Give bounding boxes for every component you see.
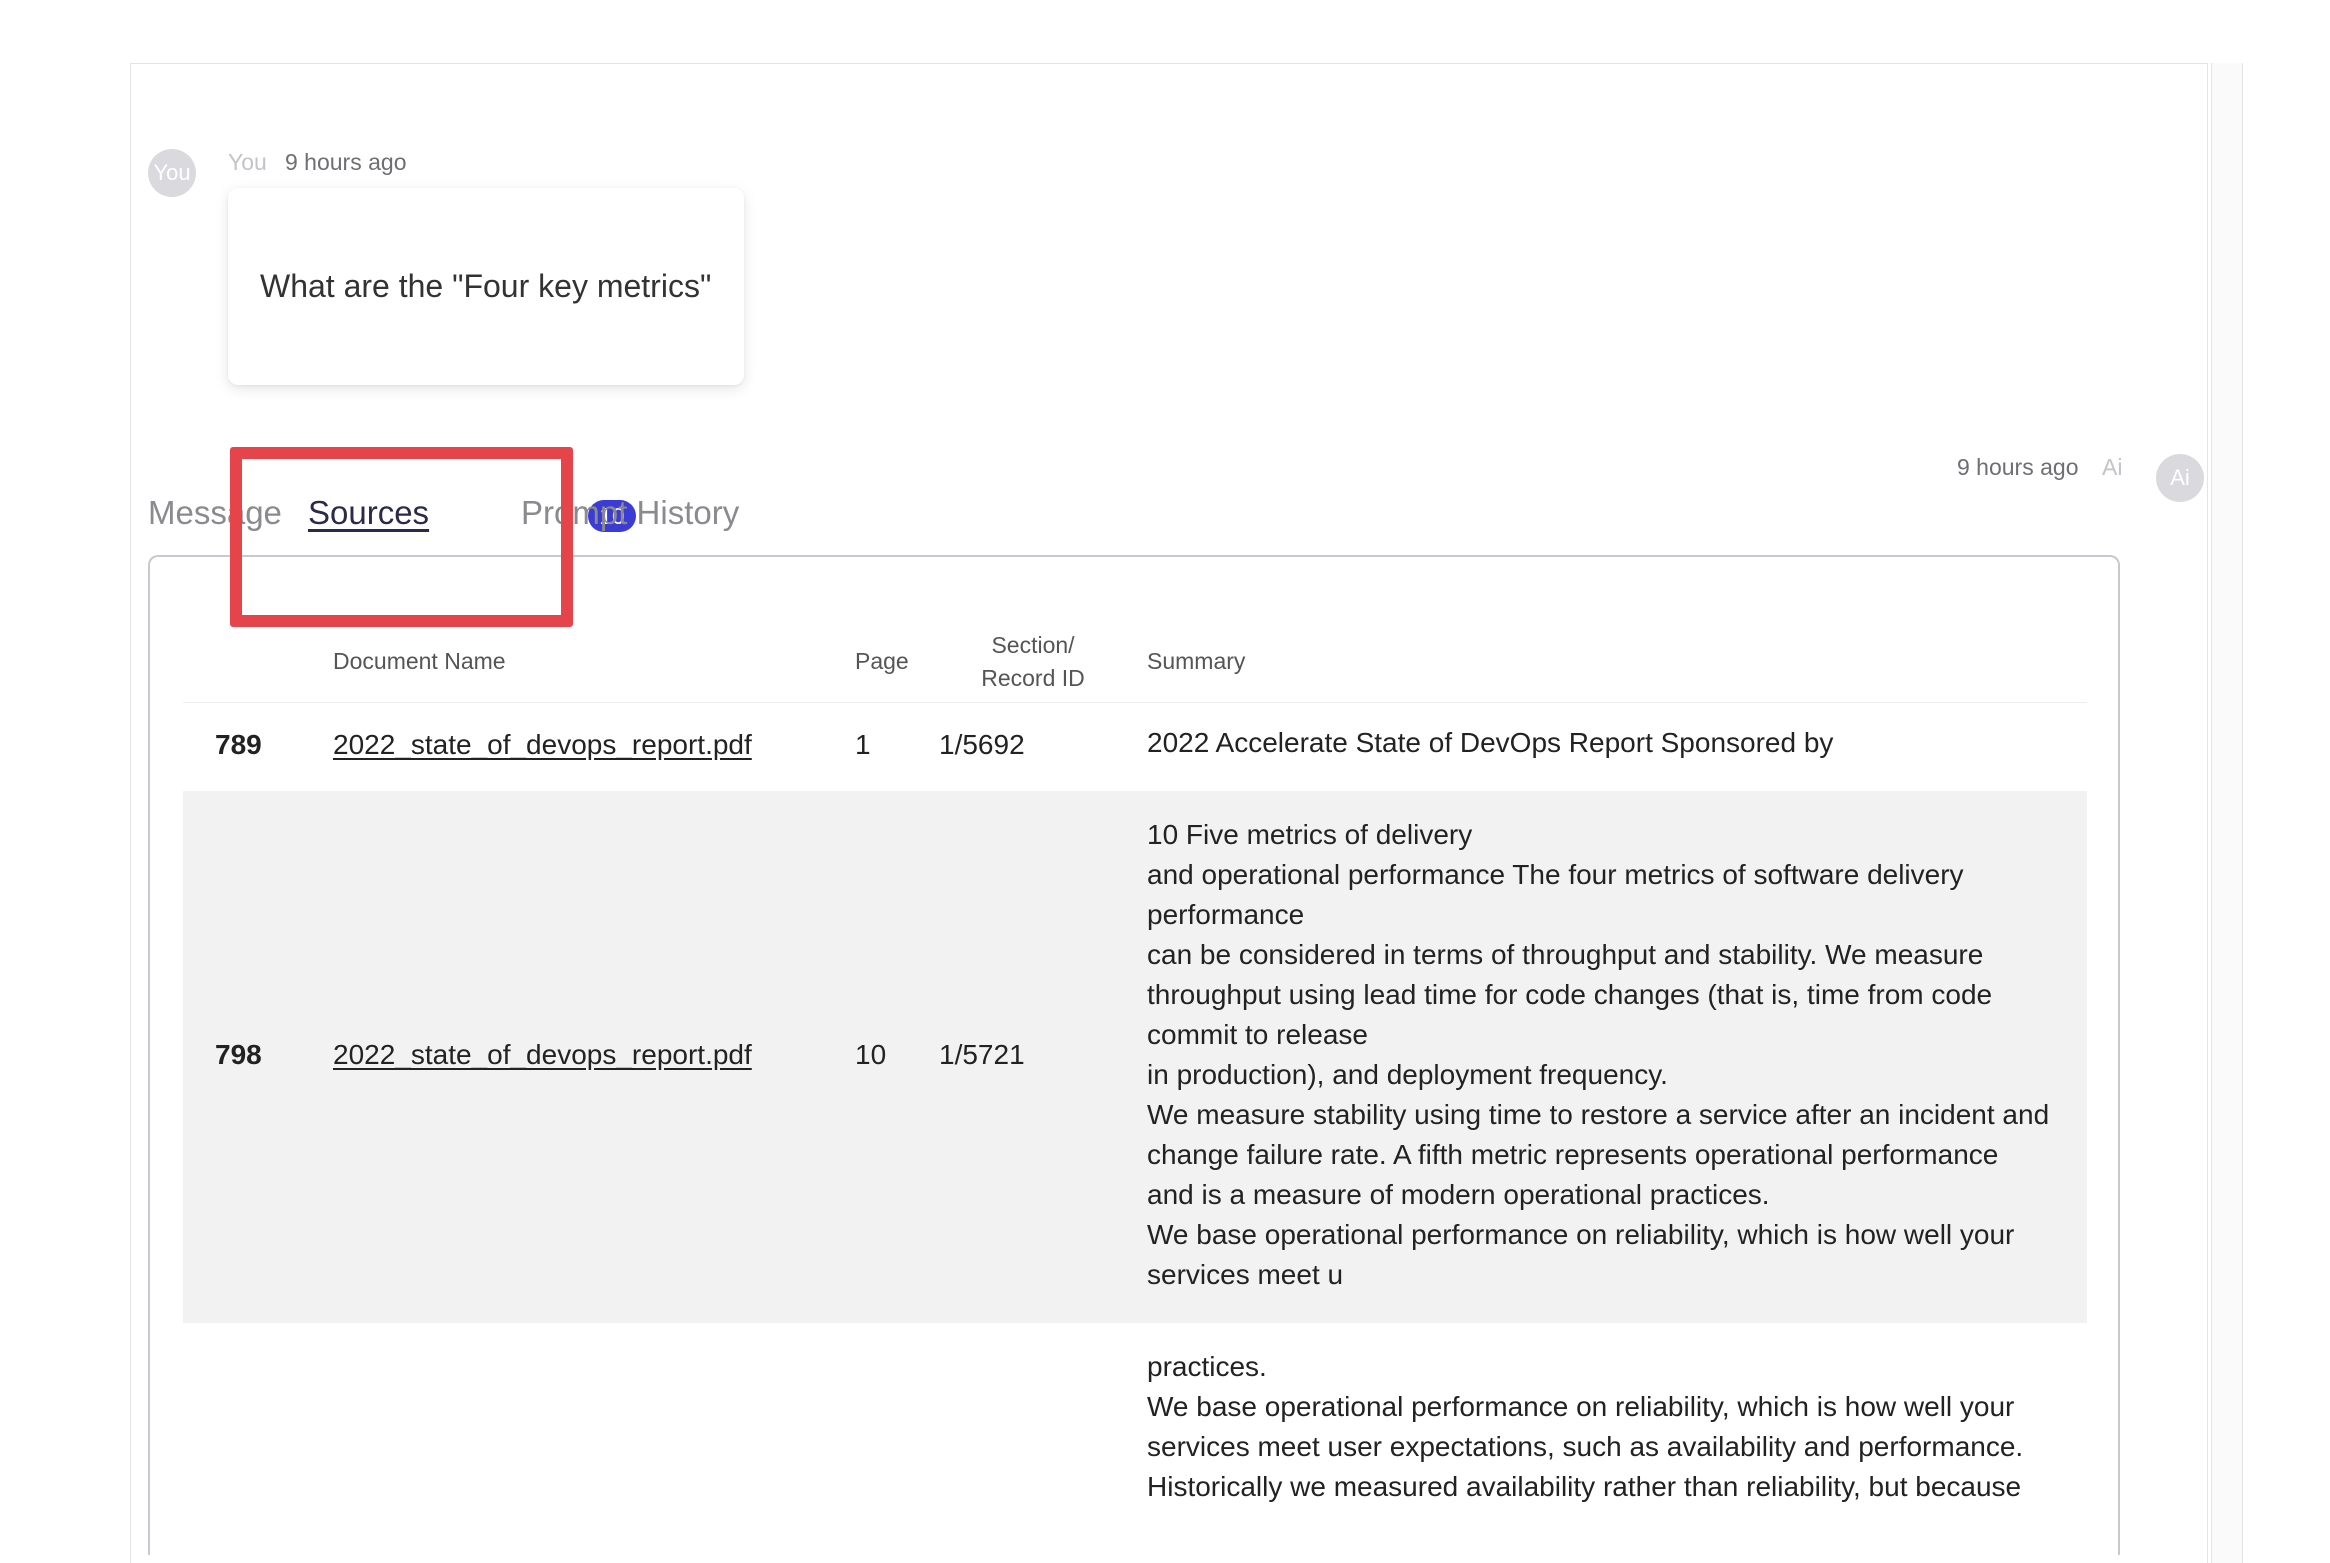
header-page: Page	[855, 648, 909, 674]
header-section-line1: Section/	[991, 632, 1075, 658]
summary-line: Historically we measured availability ra…	[1147, 1471, 2022, 1502]
row-summary: 10 Five metrics of delivery and operatio…	[1147, 815, 2077, 1295]
summary-line: 10 Five metrics of delivery	[1147, 819, 1473, 850]
summary-line: can be considered in terms of throughput…	[1147, 939, 1984, 970]
summary-line: 2022 Accelerate State of DevOps Report S…	[1147, 727, 1834, 758]
user-message-text: What are the "Four key metrics"	[260, 268, 712, 304]
table-row[interactable]: 798 2022_state_of_devops_report.pdf 10 1…	[183, 791, 2087, 1323]
user-timestamp: 9 hours ago	[285, 149, 407, 175]
page-number: 1	[855, 729, 871, 760]
summary-line: and is a measure of modern operational p…	[1147, 1179, 1770, 1210]
summary-line: in production), and deployment frequency…	[1147, 1059, 1668, 1090]
summary-line: services meet user expectations, such as…	[1147, 1431, 2024, 1462]
ai-author: Ai	[2102, 454, 2123, 480]
row-summary: 2022 Accelerate State of DevOps Report S…	[1147, 723, 2077, 763]
user-avatar: You	[148, 149, 196, 197]
section-id: 1/5721	[939, 1039, 1025, 1070]
table-row[interactable]: practices. We base operational performan…	[183, 1323, 2087, 1555]
page-number: 10	[855, 1039, 887, 1070]
row-number: 789	[215, 729, 262, 760]
summary-line: We measure stability using time to resto…	[1147, 1099, 2050, 1130]
row-summary: practices. We base operational performan…	[1147, 1347, 2077, 1507]
header-document-name: Document Name	[333, 648, 506, 674]
scrollbar[interactable]	[2211, 63, 2243, 1563]
user-author: You	[228, 149, 267, 175]
ai-avatar: Ai	[2156, 454, 2204, 502]
section-id: 1/5692	[939, 729, 1025, 760]
summary-line: change failure rate. A fifth metric repr…	[1147, 1139, 1999, 1170]
table-header: Document Name Page Section/ Record ID Su…	[183, 617, 2087, 703]
ai-timestamp: 9 hours ago	[1957, 454, 2079, 480]
document-link[interactable]: 2022_state_of_devops_report.pdf	[333, 1039, 752, 1071]
table-row[interactable]: 789 2022_state_of_devops_report.pdf 1 1/…	[183, 703, 2087, 791]
row-number: 798	[215, 1039, 262, 1070]
summary-line: services meet u	[1147, 1259, 1344, 1290]
header-section-record-id: Section/ Record ID	[973, 629, 1093, 695]
summary-line: practices.	[1147, 1351, 1267, 1382]
summary-line: We base operational performance on relia…	[1147, 1219, 2015, 1250]
highlight-annotation	[230, 447, 573, 627]
document-link[interactable]: 2022_state_of_devops_report.pdf	[333, 729, 752, 761]
header-summary: Summary	[1147, 648, 1246, 674]
summary-line: We base operational performance on relia…	[1147, 1391, 2015, 1422]
summary-line: and operational performance The four met…	[1147, 859, 1964, 890]
sources-table-container: Document Name Page Section/ Record ID Su…	[148, 555, 2120, 1555]
summary-line: throughput using lead time for code chan…	[1147, 979, 1993, 1010]
summary-line: commit to release	[1147, 1019, 1368, 1050]
header-section-line2: Record ID	[981, 665, 1085, 691]
user-message-bubble: What are the "Four key metrics"	[228, 188, 744, 385]
summary-line: performance	[1147, 899, 1305, 930]
